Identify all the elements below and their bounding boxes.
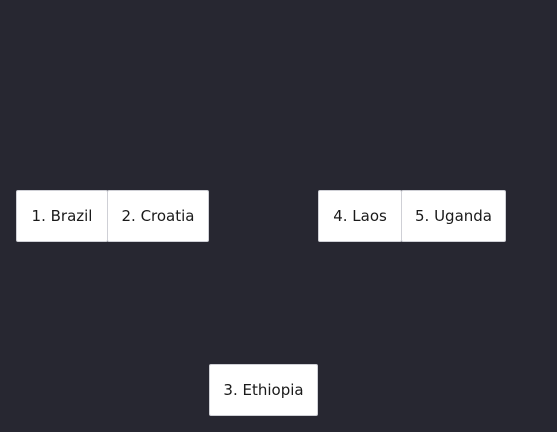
tile-label: 2. Croatia xyxy=(121,206,195,225)
tile-laos[interactable]: 4. Laos xyxy=(318,190,402,242)
tile-croatia[interactable]: 2. Croatia xyxy=(107,190,209,242)
tile-uganda[interactable]: 5. Uganda xyxy=(401,190,506,242)
tile-label: 5. Uganda xyxy=(415,206,492,225)
tile-label: 1. Brazil xyxy=(31,206,93,225)
tile-ethiopia[interactable]: 3. Ethiopia xyxy=(209,364,318,416)
tile-brazil[interactable]: 1. Brazil xyxy=(16,190,108,242)
tile-label: 4. Laos xyxy=(333,206,387,225)
tile-label: 3. Ethiopia xyxy=(223,380,304,399)
